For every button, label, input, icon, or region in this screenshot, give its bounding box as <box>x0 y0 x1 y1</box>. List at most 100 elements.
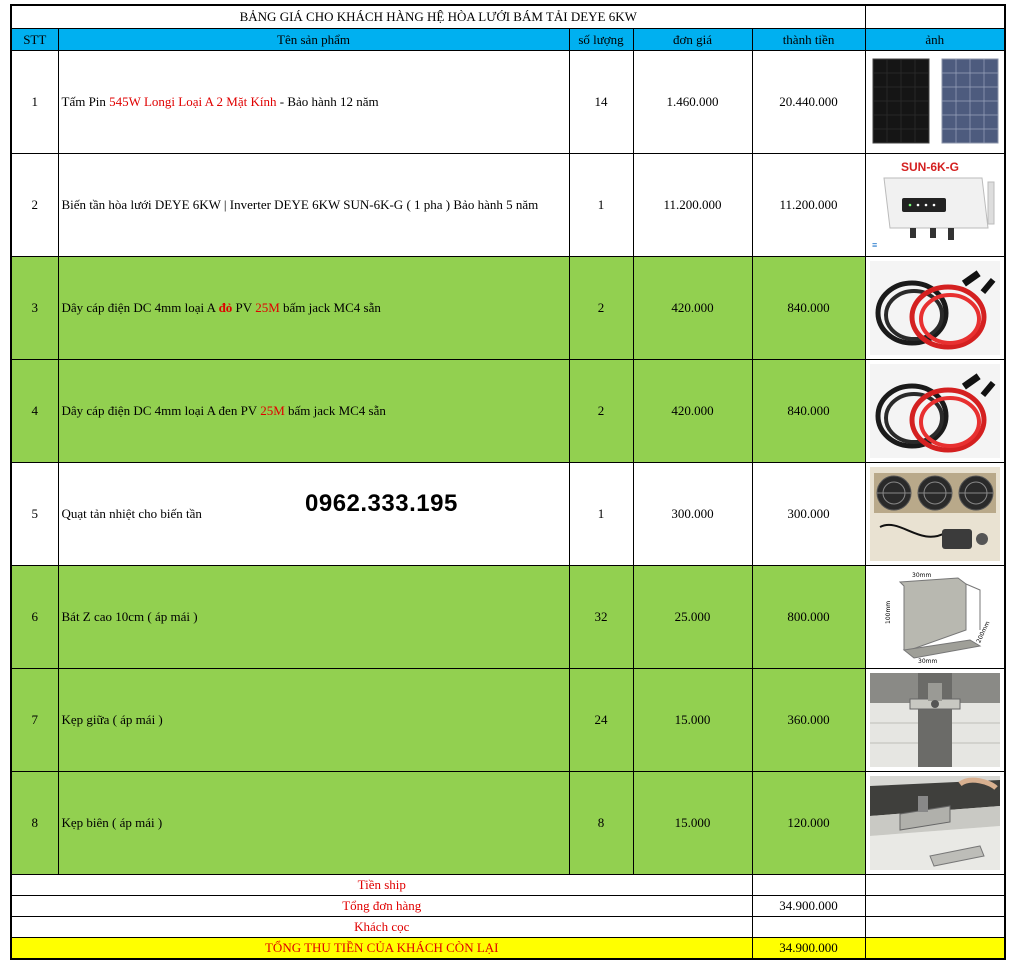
table-row: 1 Tấm Pin 545W Longi Loại A 2 Mặt Kính -… <box>10 50 1007 154</box>
shipping-value <box>751 874 866 896</box>
row-product-name: Kẹp biên ( áp mái ) <box>57 771 570 875</box>
contact-phone: 0962.333.195 <box>305 490 458 517</box>
row-qty: 2 <box>568 256 634 360</box>
summary-row-shipping: Tiền ship <box>10 874 1007 896</box>
row-image <box>864 359 1007 463</box>
cable-coil-icon <box>869 364 1000 458</box>
row-price: 15.000 <box>632 771 753 875</box>
name-part: PV <box>232 300 256 315</box>
cable-coil-icon <box>869 261 1000 355</box>
deposit-value <box>751 916 866 938</box>
summary-empty-cell <box>864 874 1007 896</box>
row-qty: 24 <box>568 668 634 772</box>
deposit-label: Khách cọc <box>10 916 753 938</box>
summary-empty-cell <box>864 937 1007 960</box>
row-image <box>864 771 1007 875</box>
header-total: thành tiền <box>751 28 866 51</box>
name-highlight: 25M <box>260 403 285 418</box>
row-total: 300.000 <box>751 462 866 566</box>
inverter-model-label: SUN-6K-G <box>901 160 959 174</box>
summary-empty-cell <box>864 916 1007 938</box>
row-price: 11.200.000 <box>632 153 753 257</box>
summary-row-order-total: Tổng đơn hàng 34.900.000 <box>10 895 1007 917</box>
row-stt: 8 <box>10 771 59 875</box>
table-row: 5 Quạt tản nhiệt cho biến tần 1 300.000 … <box>10 462 1007 566</box>
row-stt: 5 <box>10 462 59 566</box>
row-image <box>864 668 1007 772</box>
row-total: 20.440.000 <box>751 50 866 154</box>
row-qty: 14 <box>568 50 634 154</box>
row-image <box>864 256 1007 360</box>
name-highlight: 545W Longi Loại A 2 Mặt Kính <box>109 94 277 109</box>
row-total: 11.200.000 <box>751 153 866 257</box>
header-price: đơn giá <box>632 28 753 51</box>
row-price: 1.460.000 <box>632 50 753 154</box>
row-price: 420.000 <box>632 256 753 360</box>
mid-clamp-icon <box>869 673 1000 767</box>
name-highlight: 25M <box>255 300 280 315</box>
summary-row-grand-total: TỔNG THU TIỀN CỦA KHÁCH CÒN LẠI 34.900.0… <box>10 937 1007 960</box>
name-part: Dây cáp điện DC 4mm loại A <box>61 300 219 315</box>
svg-text:≡: ≡ <box>872 240 877 250</box>
row-product-name: Dây cáp điện DC 4mm loại A đỏ PV 25M bấm… <box>57 256 570 360</box>
summary-empty-cell <box>864 895 1007 917</box>
z-bracket-icon: 30mm 100mm 200mm 30mm <box>869 570 1000 664</box>
table-row: 3 Dây cáp điện DC 4mm loại A đỏ PV 25M b… <box>10 256 1007 360</box>
dim-label: 30mm <box>912 572 931 579</box>
solar-panel-icon <box>869 55 1000 149</box>
row-image <box>864 462 1007 566</box>
row-stt: 7 <box>10 668 59 772</box>
row-price: 25.000 <box>632 565 753 669</box>
dim-label: 100mm <box>885 601 892 624</box>
row-stt: 1 <box>10 50 59 154</box>
summary-row-deposit: Khách cọc <box>10 916 1007 938</box>
header-row: STT Tên sản phẩm số lượng đơn giá thành … <box>10 28 1007 51</box>
price-table: BẢNG GIÁ CHO KHÁCH HÀNG HỆ HÒA LƯỚI BÁM … <box>9 4 1007 960</box>
table-row: 7 Kẹp giữa ( áp mái ) 24 15.000 360.000 <box>10 668 1007 772</box>
row-product-name: Tấm Pin 545W Longi Loại A 2 Mặt Kính - B… <box>57 50 570 154</box>
shipping-label: Tiền ship <box>10 874 753 896</box>
row-total: 360.000 <box>751 668 866 772</box>
header-qty: số lượng <box>568 28 634 51</box>
name-highlight: đỏ <box>218 300 233 315</box>
grand-total-value: 34.900.000 <box>751 937 866 960</box>
row-product-name: Bát Z cao 10cm ( áp mái ) <box>57 565 570 669</box>
row-total: 840.000 <box>751 256 866 360</box>
table-row: 2 Biến tần hòa lưới DEYE 6KW | Inverter … <box>10 153 1007 257</box>
header-stt: STT <box>10 28 59 51</box>
grand-total-label: TỔNG THU TIỀN CỦA KHÁCH CÒN LẠI <box>10 937 753 960</box>
row-qty: 2 <box>568 359 634 463</box>
row-qty: 8 <box>568 771 634 875</box>
inverter-icon: SUN-6K-G ≡ <box>869 158 1000 252</box>
end-clamp-icon <box>869 776 1000 870</box>
row-stt: 4 <box>10 359 59 463</box>
header-name: Tên sản phẩm <box>57 28 570 51</box>
dim-label: 30mm <box>918 658 937 664</box>
order-total-value: 34.900.000 <box>751 895 866 917</box>
row-qty: 32 <box>568 565 634 669</box>
row-total: 120.000 <box>751 771 866 875</box>
row-product-name: Biến tần hòa lưới DEYE 6KW | Inverter DE… <box>57 153 570 257</box>
name-part: Dây cáp điện DC 4mm loại A đen PV <box>61 403 261 418</box>
table-title: BẢNG GIÁ CHO KHÁCH HÀNG HỆ HÒA LƯỚI BÁM … <box>9 4 866 29</box>
title-empty-cell <box>864 4 1007 29</box>
order-total-label: Tổng đơn hàng <box>10 895 753 917</box>
row-product-name: Dây cáp điện DC 4mm loại A đen PV 25M bấ… <box>57 359 570 463</box>
row-stt: 2 <box>10 153 59 257</box>
name-part: bấm jack MC4 sẵn <box>279 300 381 315</box>
table-row: 8 Kẹp biên ( áp mái ) 8 15.000 120.000 <box>10 771 1007 875</box>
row-image <box>864 50 1007 154</box>
name-part: - Bảo hành 12 năm <box>276 94 379 109</box>
row-price: 300.000 <box>632 462 753 566</box>
row-image: SUN-6K-G ≡ <box>864 153 1007 257</box>
name-part: bấm jack MC4 sẵn <box>284 403 386 418</box>
row-stt: 3 <box>10 256 59 360</box>
row-price: 15.000 <box>632 668 753 772</box>
title-row: BẢNG GIÁ CHO KHÁCH HÀNG HỆ HÒA LƯỚI BÁM … <box>9 4 1007 29</box>
row-product-name: Kẹp giữa ( áp mái ) <box>57 668 570 772</box>
header-image: ảnh <box>864 28 1007 51</box>
table-row: 4 Dây cáp điện DC 4mm loại A đen PV 25M … <box>10 359 1007 463</box>
row-total: 800.000 <box>751 565 866 669</box>
table-row: 6 Bát Z cao 10cm ( áp mái ) 32 25.000 80… <box>10 565 1007 669</box>
name-part: Tấm Pin <box>61 94 110 109</box>
